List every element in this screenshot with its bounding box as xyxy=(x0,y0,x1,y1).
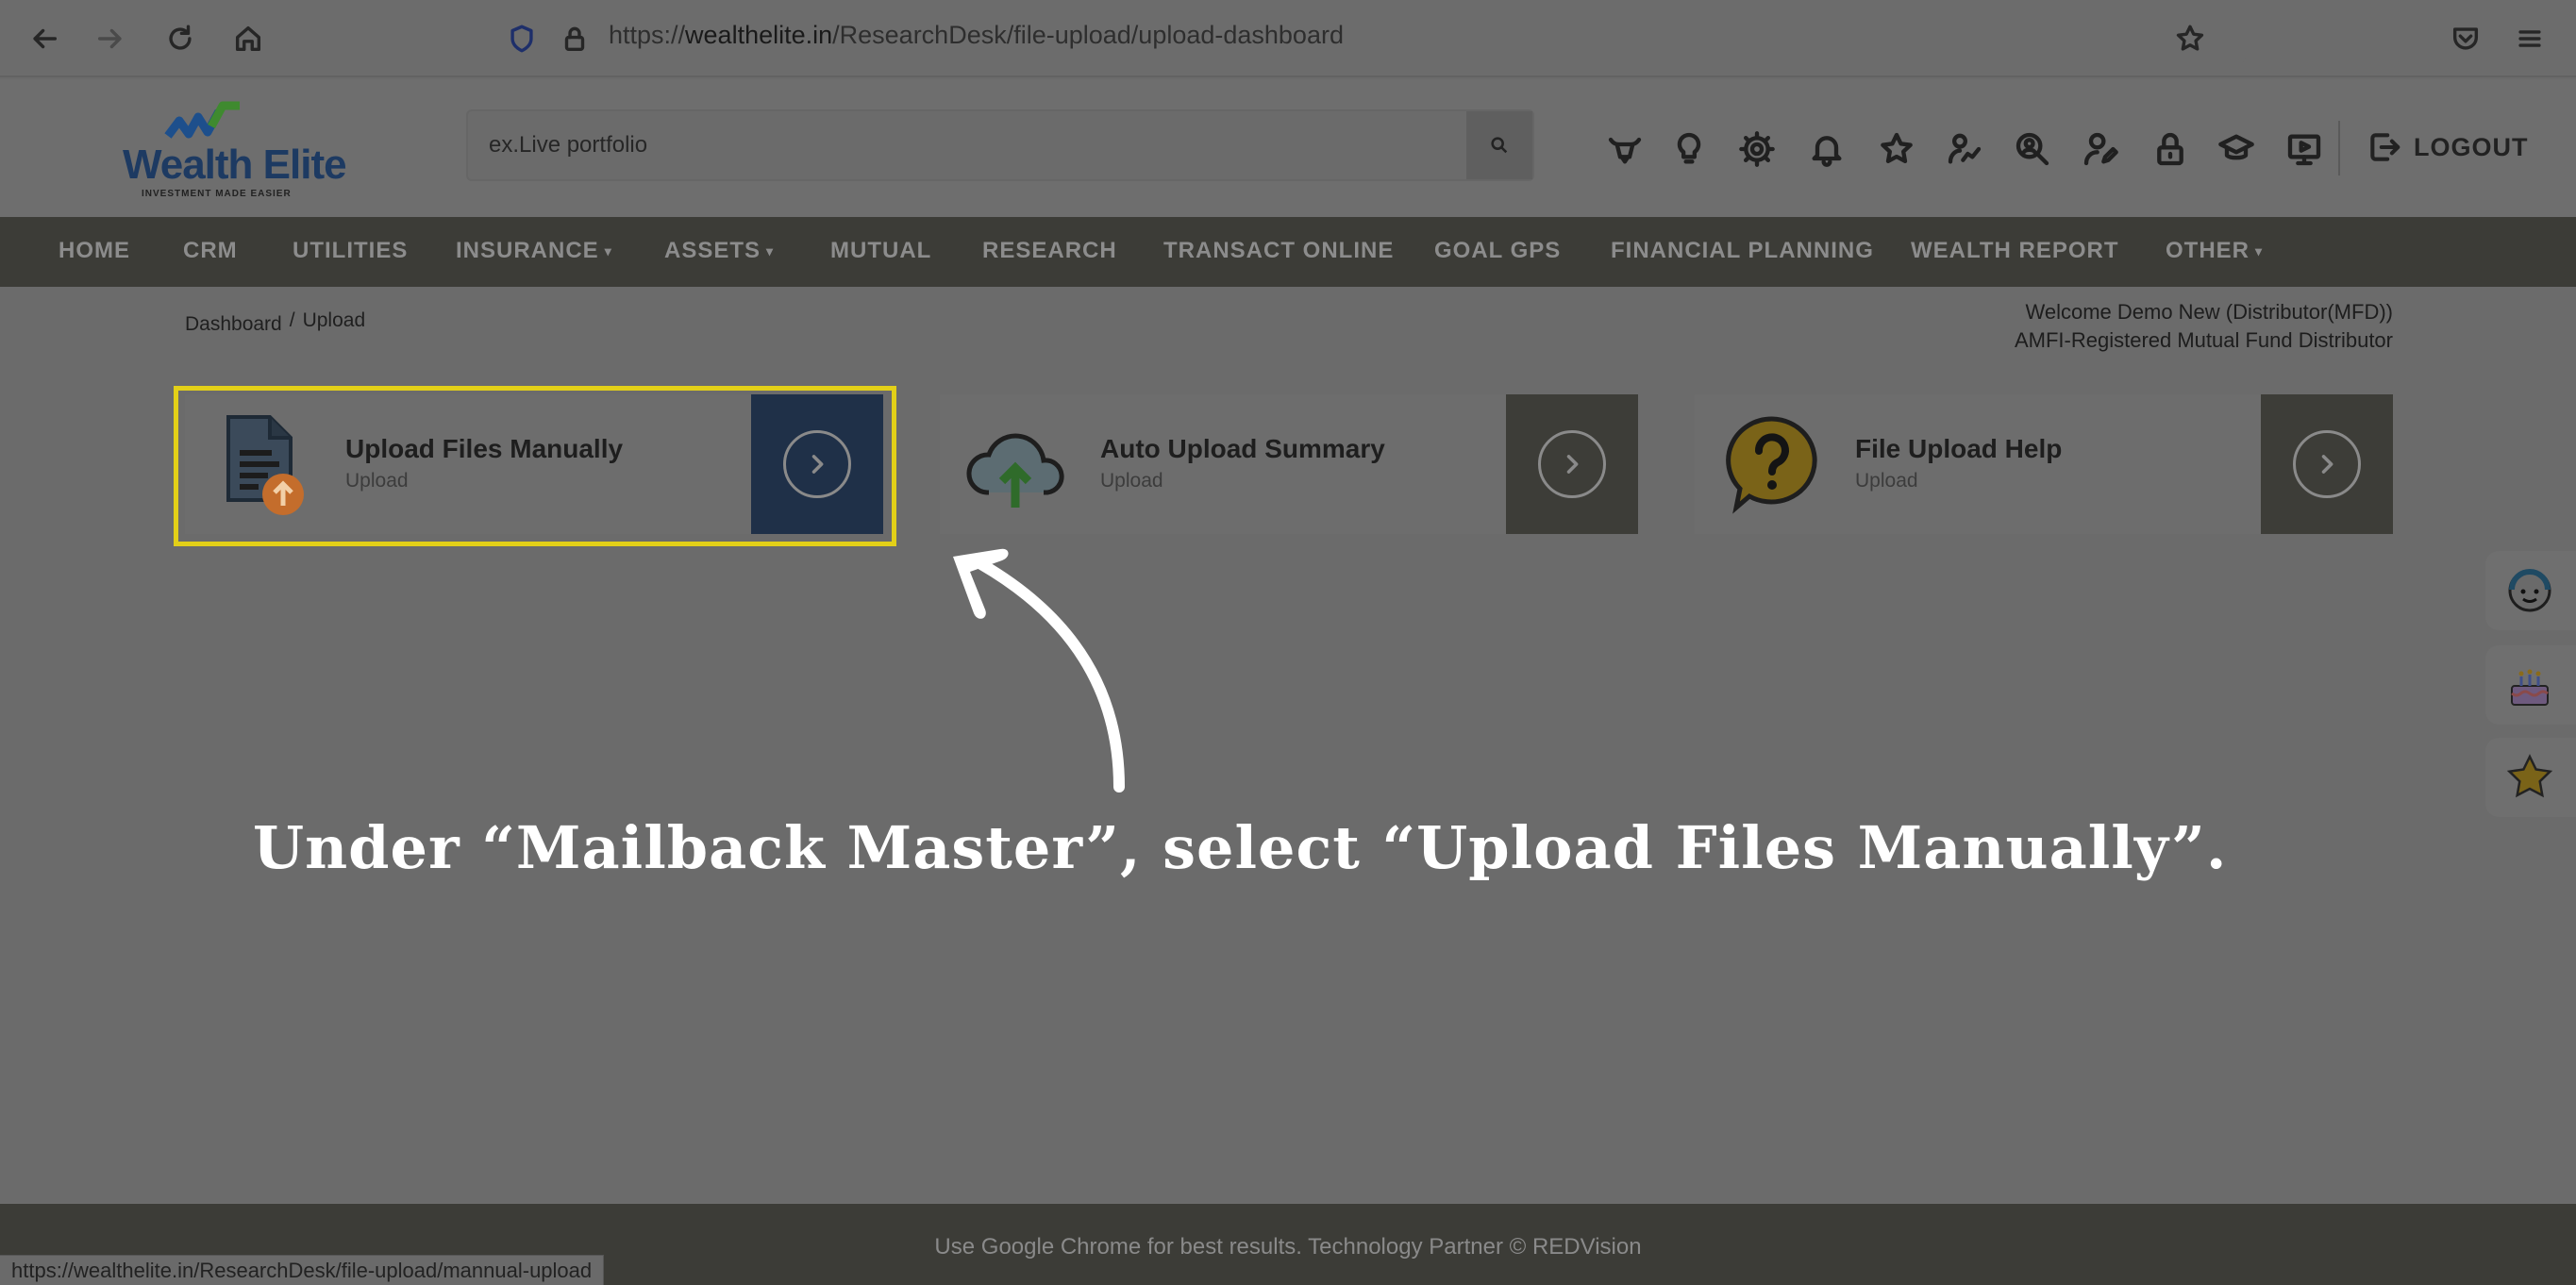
star-icon xyxy=(2506,754,2553,798)
main-nav: HOME CRM UTILITIES INSURANCE ▾ ASSETS ▾ MU… xyxy=(0,217,2576,287)
breadcrumb-dashboard[interactable]: Dashboard xyxy=(185,313,282,335)
bell-icon[interactable] xyxy=(1806,128,1848,170)
chevron-down-icon: ▾ xyxy=(766,243,775,259)
forward-icon[interactable] xyxy=(91,19,130,58)
card-arrow-button[interactable] xyxy=(1506,394,1638,534)
logout-icon xyxy=(2370,133,2400,161)
nav-mutual[interactable]: MUTUAL xyxy=(830,238,931,264)
nav-financial-planning[interactable]: FINANCIAL PLANNING xyxy=(1611,238,1874,264)
support-agent-icon xyxy=(2508,569,2551,612)
reload-icon[interactable] xyxy=(160,19,200,58)
nav-insurance[interactable]: INSURANCE ▾ xyxy=(456,238,612,264)
highlight-box xyxy=(174,386,896,546)
card-file-upload-help[interactable]: File Upload Help Upload xyxy=(1695,394,2393,534)
shield-icon[interactable] xyxy=(502,19,542,58)
chevron-right-icon xyxy=(1566,455,1579,474)
logout-label: LOGOUT xyxy=(2414,132,2529,161)
welcome-user: Welcome Demo New (Distributor(MFD)) xyxy=(2025,300,2393,324)
nav-utilities[interactable]: UTILITIES xyxy=(293,238,408,264)
bookmark-star-icon[interactable] xyxy=(2170,19,2210,58)
graduation-cap-icon[interactable] xyxy=(2216,128,2257,170)
birthday-cake-icon xyxy=(2511,669,2549,706)
cloud-upload-icon xyxy=(966,433,1064,508)
user-chart-icon[interactable] xyxy=(1944,128,1985,170)
chevron-down-icon: ▾ xyxy=(604,243,612,259)
presentation-icon[interactable] xyxy=(2283,128,2325,170)
search-icon xyxy=(1491,137,1508,154)
logo-tagline: INVESTMENT MADE EASIER xyxy=(142,189,292,199)
star-icon[interactable] xyxy=(1876,128,1917,170)
url-text: https://wealthelite.in/ResearchDesk/file… xyxy=(609,21,1344,49)
card-arrow-button[interactable] xyxy=(2261,394,2393,534)
home-icon[interactable] xyxy=(228,19,268,58)
card-subtitle: Upload xyxy=(1855,470,1918,492)
favorites-widget[interactable] xyxy=(2485,738,2576,817)
nav-goal-gps[interactable]: GOAL GPS xyxy=(1434,238,1561,264)
search-button[interactable] xyxy=(1466,111,1532,179)
question-bubble-icon xyxy=(1726,416,1817,514)
search-input[interactable] xyxy=(468,111,1468,179)
search-user-icon[interactable] xyxy=(2012,128,2053,170)
annotation-arrow xyxy=(953,548,1125,793)
browser-status-bar: https://wealthelite.in/ResearchDesk/file… xyxy=(0,1255,605,1285)
browser-toolbar: https://wealthelite.in/ResearchDesk/file… xyxy=(0,0,2576,77)
card-auto-upload-summary[interactable]: Auto Upload Summary Upload xyxy=(940,394,1638,534)
menu-icon[interactable] xyxy=(2510,19,2550,58)
annotation-caption: Under “Mailback Master”, select “Upload … xyxy=(253,813,2228,882)
birthday-widget[interactable] xyxy=(2485,645,2576,725)
breadcrumb: Dashboard / Upload xyxy=(185,309,366,335)
lock-icon[interactable] xyxy=(2149,128,2191,170)
card-title: File Upload Help xyxy=(1855,434,2063,463)
bulb-icon[interactable] xyxy=(1668,128,1710,170)
header-divider xyxy=(2338,121,2340,175)
nav-wealth-report[interactable]: WEALTH REPORT xyxy=(1911,238,2119,264)
search-box xyxy=(466,109,1534,181)
logo-text: Wealth Elite xyxy=(123,142,347,188)
welcome-message: Welcome Demo New (Distributor(MFD)) AMFI… xyxy=(2015,298,2393,355)
nav-crm[interactable]: CRM xyxy=(183,238,238,264)
user-edit-icon[interactable] xyxy=(2080,128,2121,170)
support-widget[interactable] xyxy=(2485,551,2576,630)
chevron-down-icon: ▾ xyxy=(2255,243,2264,259)
pocket-icon[interactable] xyxy=(2446,19,2485,58)
nav-home[interactable]: HOME xyxy=(59,238,130,264)
chevron-right-icon xyxy=(2321,455,2333,474)
nav-transact-online[interactable]: TRANSACT ONLINE xyxy=(1163,238,1394,264)
bull-icon[interactable] xyxy=(1604,128,1646,170)
card-subtitle: Upload xyxy=(1100,470,1163,492)
nav-other[interactable]: OTHER ▾ xyxy=(2166,238,2263,264)
back-icon[interactable] xyxy=(25,19,64,58)
nav-assets[interactable]: ASSETS ▾ xyxy=(664,238,774,264)
breadcrumb-separator: / xyxy=(289,309,295,331)
lock-icon[interactable] xyxy=(555,19,594,58)
breadcrumb-upload: Upload xyxy=(302,309,366,331)
welcome-role: AMFI-Registered Mutual Fund Distributor xyxy=(2014,328,2393,352)
gear-icon[interactable] xyxy=(1736,128,1778,170)
card-title: Auto Upload Summary xyxy=(1100,434,1385,463)
nav-research[interactable]: RESEARCH xyxy=(982,238,1117,264)
logout-button[interactable]: LOGOUT xyxy=(2367,126,2529,168)
